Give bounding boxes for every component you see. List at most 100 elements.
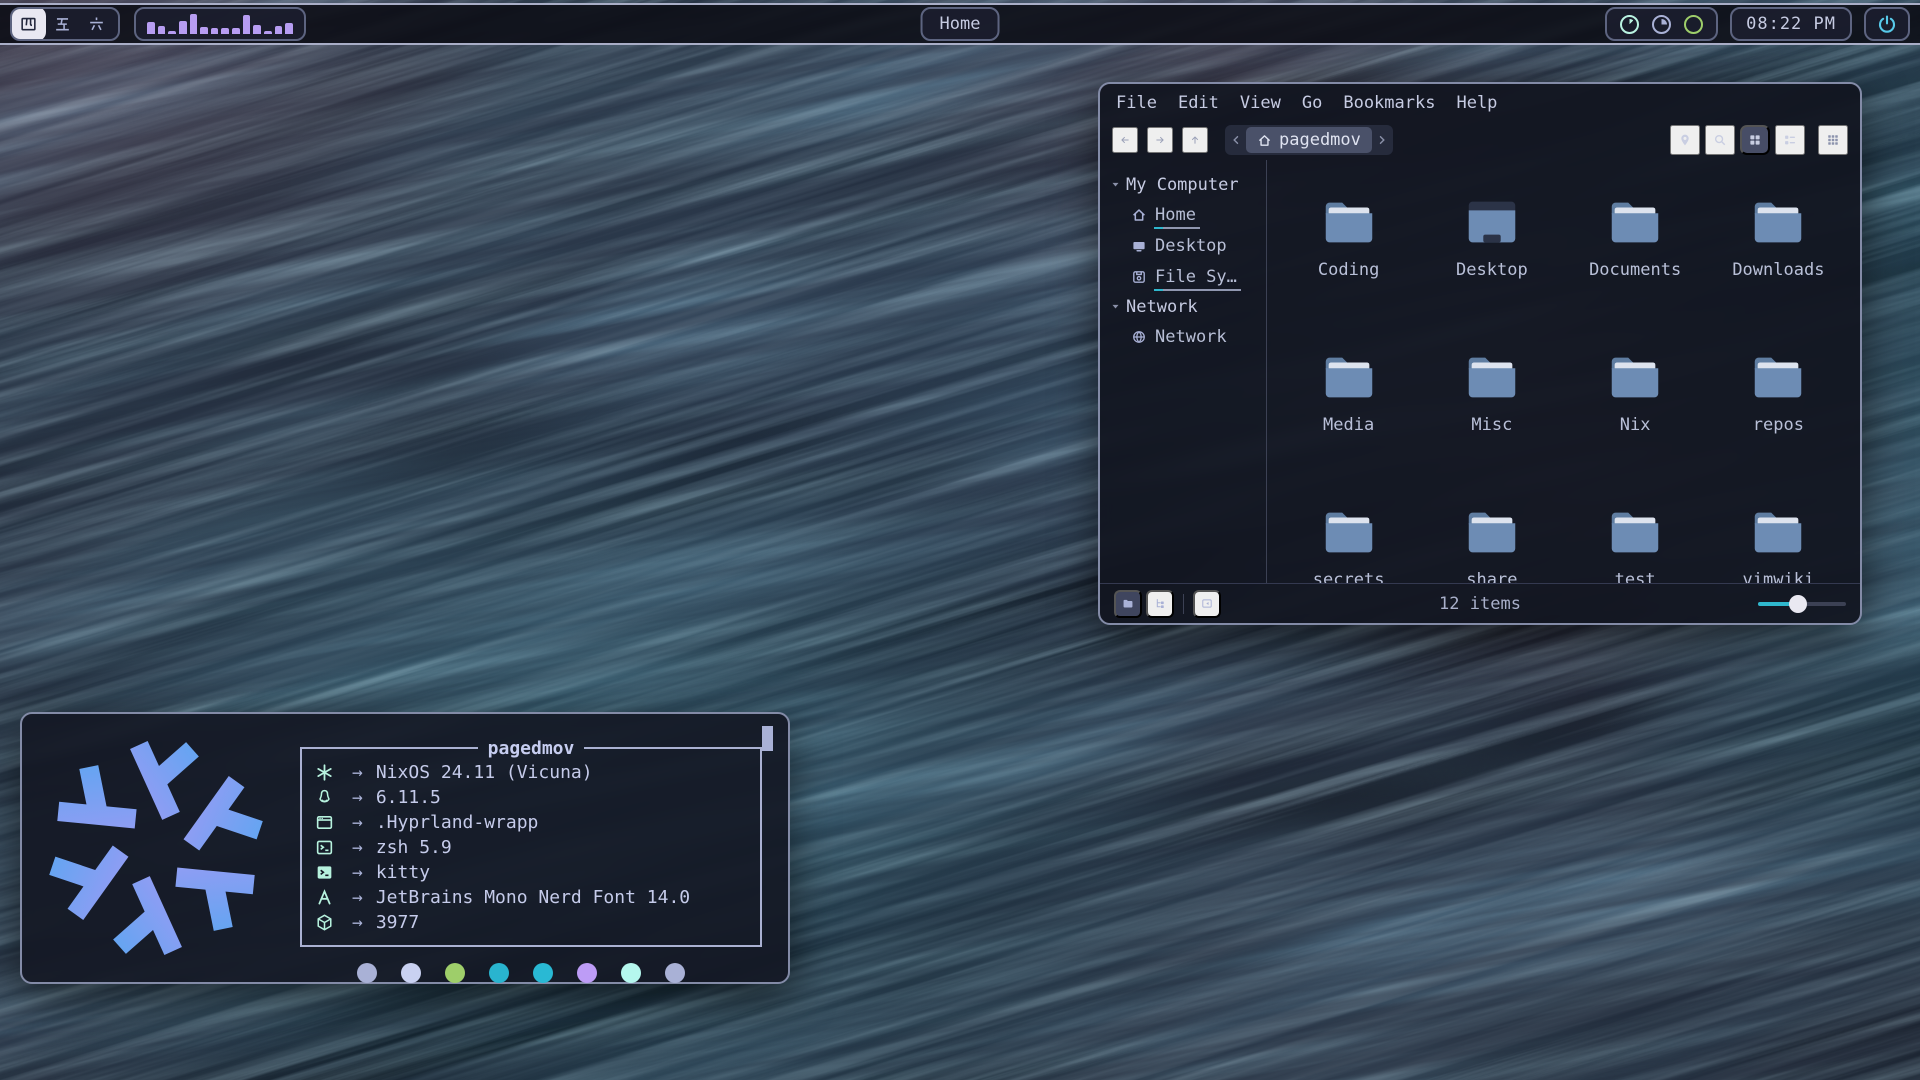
breadcrumb: pagedmov [1225, 125, 1393, 155]
compact-view[interactable] [1818, 125, 1848, 155]
fastfetch-title-row: pagedmov [300, 738, 762, 758]
workspace-button[interactable] [10, 7, 46, 41]
arrow-glyph: → [352, 887, 363, 908]
folder-item[interactable]: repos [1707, 333, 1850, 488]
visualizer-bar [253, 25, 261, 34]
menu-item[interactable]: Bookmarks [1343, 93, 1435, 113]
folder-item[interactable]: Nix [1564, 333, 1707, 488]
zoom-slider[interactable] [1758, 602, 1846, 606]
fastfetch-row: → NixOS 24.11 (Vicuna) [315, 760, 760, 785]
menu-item[interactable]: Go [1302, 93, 1322, 113]
palette-dot [401, 963, 421, 983]
folder-icon [1318, 346, 1380, 408]
breadcrumb-right-chevron-icon[interactable] [1374, 128, 1390, 152]
breadcrumb-segment-home[interactable]: pagedmov [1246, 127, 1372, 153]
file-manager-body: My Computer Home Desktop File Sy… Networ… [1100, 160, 1860, 583]
folder-item[interactable]: vimwiki [1707, 488, 1850, 583]
folder-name: share [1466, 570, 1517, 583]
status-button-icon [1154, 595, 1166, 612]
sidebar-item[interactable]: File Sy… [1110, 261, 1266, 292]
folder-item[interactable]: secrets [1277, 488, 1420, 583]
top-bar-right: 08:22 PM [1605, 7, 1910, 41]
location-pin[interactable] [1670, 125, 1700, 155]
up[interactable] [1182, 127, 1208, 153]
sidebar-item[interactable]: Desktop [1110, 230, 1266, 261]
folder-icon [1461, 501, 1523, 563]
visualizer-bar [275, 26, 283, 34]
folder-item[interactable]: Downloads [1707, 178, 1850, 333]
arrow-glyph: → [352, 862, 363, 883]
forward[interactable] [1147, 127, 1173, 153]
folder-icon [1318, 191, 1380, 253]
visualizer-bar [179, 21, 187, 34]
gauge-ring-3 [1684, 15, 1703, 34]
palette-dot [665, 963, 685, 983]
folder-icon [1747, 501, 1809, 563]
view-buttons [1670, 125, 1848, 155]
arrow-glyph: → [352, 912, 363, 933]
folder-name: Nix [1620, 415, 1651, 435]
fastfetch-output: pagedmov → NixOS 24.11 (Vicuna) → 6.11.5… [300, 738, 762, 983]
workspace-button[interactable] [44, 7, 80, 41]
visualizer-bar [158, 26, 166, 34]
system-gauges [1605, 7, 1718, 41]
icon-view[interactable] [1740, 125, 1770, 155]
breadcrumb-left-chevron-icon[interactable] [1228, 128, 1244, 152]
palette-dot [577, 963, 597, 983]
sidebar-item-label: Home [1155, 205, 1196, 225]
power-button[interactable] [1864, 7, 1910, 41]
menu-item[interactable]: Help [1456, 93, 1497, 113]
fastfetch-row-value: NixOS 24.11 (Vicuna) [376, 762, 593, 783]
visualizer-bar [211, 28, 219, 34]
sidebar-section-network[interactable]: Network [1110, 292, 1266, 321]
sidebar-item[interactable]: Network [1110, 321, 1266, 352]
back[interactable] [1112, 127, 1138, 153]
folder-item[interactable]: share [1420, 488, 1563, 583]
sidebar-item[interactable]: Home [1110, 199, 1266, 230]
folder-item[interactable]: Coding [1277, 178, 1420, 333]
visualizer-bar [200, 27, 208, 34]
list-view[interactable] [1775, 125, 1805, 155]
menu-item[interactable]: View [1240, 93, 1281, 113]
folder-item[interactable]: Media [1277, 333, 1420, 488]
workspace-glyph-icon [19, 15, 38, 34]
folder-name: Documents [1589, 260, 1681, 280]
palette-dot [445, 963, 465, 983]
menu-item[interactable]: Edit [1178, 93, 1219, 113]
folder-name: Misc [1471, 415, 1512, 435]
folder-pane[interactable] [1114, 590, 1142, 618]
tree-pane[interactable] [1146, 590, 1174, 618]
gauge-ring-2 [1652, 15, 1671, 34]
zoom-slider-thumb[interactable] [1789, 595, 1807, 613]
items-count: 12 items [1439, 594, 1521, 614]
fastfetch-row-icon [315, 888, 337, 908]
folder-item[interactable]: Documents [1564, 178, 1707, 333]
folder-icon [1747, 191, 1809, 253]
terminal-window: pagedmov → NixOS 24.11 (Vicuna) → 6.11.5… [20, 712, 790, 984]
folder-item[interactable]: Desktop [1420, 178, 1563, 333]
fastfetch-row: → kitty [315, 860, 760, 885]
pane-toggle-buttons [1114, 590, 1174, 618]
arrow-glyph: → [352, 787, 363, 808]
folder-name: Media [1323, 415, 1374, 435]
menu-item[interactable]: File [1116, 93, 1157, 113]
gauge-ring-1 [1620, 15, 1639, 34]
clock: 08:22 PM [1730, 7, 1852, 41]
folder-item[interactable]: Misc [1420, 333, 1563, 488]
nav-arrow-icon [1190, 130, 1200, 150]
folder-icon [1604, 346, 1666, 408]
fastfetch-row-icon [315, 863, 337, 883]
breadcrumb-label: pagedmov [1279, 130, 1361, 150]
active-window-title[interactable]: Home [921, 7, 1000, 41]
search[interactable] [1705, 125, 1735, 155]
folder-item[interactable]: test [1564, 488, 1707, 583]
toggle-side-pane-button[interactable] [1193, 590, 1221, 618]
workspace-button[interactable] [78, 7, 114, 41]
fastfetch-hostname: pagedmov [488, 738, 575, 759]
sidebar-section-my-computer[interactable]: My Computer [1110, 170, 1266, 199]
nav-buttons [1112, 127, 1217, 153]
fastfetch-row: → zsh 5.9 [315, 835, 760, 860]
fastfetch-row-value: zsh 5.9 [376, 837, 452, 858]
arrow-glyph: → [352, 762, 363, 783]
folder-name: Desktop [1456, 260, 1528, 280]
